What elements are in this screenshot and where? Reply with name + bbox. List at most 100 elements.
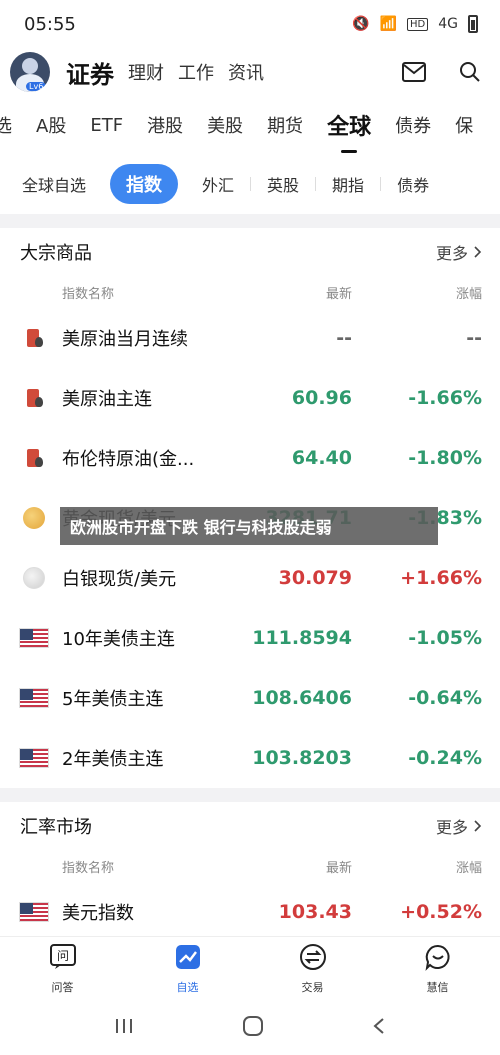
search-icon[interactable] <box>456 58 484 86</box>
quote-row[interactable]: 布伦特原油(金... 64.40 -1.80% <box>0 428 500 488</box>
nav-chat[interactable]: 慧信 <box>375 937 500 1000</box>
home-button[interactable] <box>242 1015 264 1041</box>
tab-securities[interactable]: 证券 <box>66 55 114 90</box>
quote-change: -1.66% <box>408 387 482 409</box>
quote-name: 美原油主连 <box>62 389 152 410</box>
quote-change: -- <box>466 327 482 349</box>
market-tabs: 选 A股 ETF 港股 美股 期货 全球 债券保 <box>0 96 500 154</box>
app-header: Lv6 证券 理财 工作 资讯 <box>0 48 500 96</box>
col-latest: 最新 <box>325 286 352 302</box>
quote-change: +0.52% <box>400 901 482 923</box>
sub-tab[interactable]: 全球自选 <box>20 166 102 202</box>
tab-wealth[interactable]: 理财 <box>128 59 164 85</box>
quote-row[interactable]: 美原油当月连续 -- -- <box>0 308 500 368</box>
quote-name: 白银现货/美元 <box>62 569 177 590</box>
commodity-list: 美原油当月连续 -- -- 美原油主连 60.96 -1.66% 布伦特原油(金... 64.… <box>0 308 500 788</box>
nav-watchlist[interactable]: 自选 <box>125 937 250 1000</box>
quote-price: 60.96 <box>291 387 352 409</box>
card-header: 汇率市场 更多 <box>0 802 500 850</box>
quote-price: 64.40 <box>291 447 352 469</box>
section-title: 大宗商品 <box>20 243 92 264</box>
mail-icon[interactable] <box>400 58 428 86</box>
market-tab[interactable]: 期货 <box>267 112 303 138</box>
quote-name: 2年美债主连 <box>62 749 164 770</box>
silver-icon <box>18 567 50 589</box>
status-time: 05:55 <box>24 13 76 35</box>
chevron-right-icon <box>474 243 482 262</box>
oil-icon <box>18 447 50 469</box>
avatar[interactable]: Lv6 <box>10 52 50 92</box>
quote-name: 10年美债主连 <box>62 629 175 650</box>
status-bar: 05:55 🔇 📶 HD 4G <box>0 0 500 48</box>
col-name: 指数名称 <box>62 860 115 876</box>
quote-row[interactable]: 5年美债主连 108.6406 -0.64% <box>0 668 500 728</box>
mute-icon: 🔇 <box>352 16 370 32</box>
sub-tab[interactable]: 外汇 <box>186 166 250 202</box>
section-title: 汇率市场 <box>20 817 92 838</box>
gold-icon <box>18 507 50 529</box>
col-change: 涨幅 <box>455 860 482 876</box>
wifi-icon: 📶 <box>379 16 397 32</box>
quote-row[interactable]: 美元指数 103.43 +0.52% <box>0 882 500 942</box>
quote-name: 美元指数 <box>62 903 134 924</box>
quote-change: -0.24% <box>408 747 482 769</box>
quote-row[interactable]: 白银现货/美元 30.079 +1.66% <box>0 548 500 608</box>
market-tab[interactable]: 美股 <box>207 112 243 138</box>
nav-label: 慧信 <box>426 980 449 994</box>
forex-card: 汇率市场 更多 指数名称 最新 涨幅 美元指数 103.43 +0.52% <box>0 802 500 942</box>
back-button[interactable] <box>372 1017 386 1039</box>
quote-price: 103.43 <box>278 901 352 923</box>
quote-name: 5年美债主连 <box>62 689 164 710</box>
market-tab[interactable]: A股 <box>36 112 66 138</box>
signal-label: 4G <box>438 16 458 32</box>
card-header: 大宗商品 更多 <box>0 228 500 276</box>
bottom-nav: 问 问答 自选 交易 慧信 <box>0 936 500 1000</box>
quote-row[interactable]: 美原油主连 60.96 -1.66% <box>0 368 500 428</box>
tab-work[interactable]: 工作 <box>178 59 214 85</box>
us-flag-icon <box>18 747 50 769</box>
sub-tabs: 全球自选 指数 外汇 英股 期指 债券 <box>0 154 500 214</box>
recents-button[interactable] <box>114 1017 134 1039</box>
quote-price: 111.8594 <box>252 627 352 649</box>
oil-icon <box>18 327 50 349</box>
nav-trade[interactable]: 交易 <box>250 937 375 1000</box>
quote-name: 布伦特原油(金... <box>62 449 195 470</box>
quote-change: +1.66% <box>400 567 482 589</box>
system-nav-bar <box>0 1000 500 1055</box>
market-tab[interactable]: 全球 <box>327 109 371 153</box>
quote-price: 103.8203 <box>252 747 352 769</box>
market-tab[interactable]: 保 <box>455 112 473 138</box>
tab-news[interactable]: 资讯 <box>228 59 264 85</box>
nav-label: 问答 <box>51 980 74 994</box>
column-header: 指数名称 最新 涨幅 <box>0 276 500 308</box>
more-link[interactable]: 更多 <box>436 240 482 264</box>
col-name: 指数名称 <box>62 286 115 302</box>
market-tab[interactable]: ETF <box>90 115 123 136</box>
forex-list: 美元指数 103.43 +0.52% <box>0 882 500 942</box>
sub-tab[interactable]: 指数 <box>110 164 179 204</box>
quote-change: -1.05% <box>408 627 482 649</box>
sub-tab[interactable]: 债券 <box>381 166 445 202</box>
nav-label: 自选 <box>176 980 199 994</box>
qa-icon: 问 <box>49 943 77 975</box>
quote-row[interactable]: 10年美债主连 111.8594 -1.05% <box>0 608 500 668</box>
col-change: 涨幅 <box>455 286 482 302</box>
chevron-right-icon <box>474 817 482 836</box>
market-tab[interactable]: 选 <box>0 112 12 138</box>
market-tab[interactable]: 债券 <box>395 112 431 138</box>
market-tab[interactable]: 港股 <box>147 112 183 138</box>
us-flag-icon <box>18 687 50 709</box>
us-flag-icon <box>18 901 50 923</box>
col-latest: 最新 <box>325 860 352 876</box>
quote-price: -- <box>336 327 352 349</box>
news-toast[interactable]: 欧洲股市开盘下跌 银行与科技股走弱 <box>60 507 438 545</box>
quote-price: 108.6406 <box>252 687 352 709</box>
sub-tab[interactable]: 英股 <box>251 166 315 202</box>
quote-row[interactable]: 2年美债主连 103.8203 -0.24% <box>0 728 500 788</box>
nav-qa[interactable]: 问 问答 <box>0 937 125 1000</box>
sub-tab[interactable]: 期指 <box>316 166 380 202</box>
more-link[interactable]: 更多 <box>436 814 482 838</box>
quote-price: 30.079 <box>278 567 352 589</box>
svg-text:问: 问 <box>56 949 68 963</box>
hd-badge: HD <box>407 17 429 31</box>
